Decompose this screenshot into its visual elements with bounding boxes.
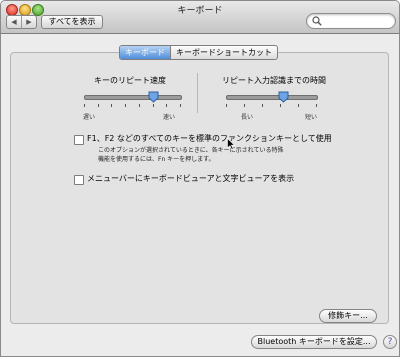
back-arrow-icon[interactable]: ◀ <box>7 16 21 28</box>
slider-tick <box>316 104 317 107</box>
fn-keys-description-line2: 機能を使用するには、Fn キーを押します。 <box>98 156 215 163</box>
show-viewer-checkbox[interactable] <box>74 175 84 185</box>
repeat-delay-title: リピート入力認識までの時間 <box>222 76 326 85</box>
tab-keyboard[interactable]: キーボード <box>120 46 170 59</box>
slider-tick <box>152 104 154 107</box>
slider-tick <box>280 104 281 107</box>
fn-keys-label[interactable]: F1、F2 などのすべてのキーを標準のファンクションキーとして使用 <box>87 133 332 144</box>
tab-keyboard-shortcuts[interactable]: キーボードショートカット <box>170 46 277 59</box>
slider-tick <box>166 104 168 107</box>
slider-tick <box>84 104 85 107</box>
show-viewer-label[interactable]: メニューバーにキーボードビューアと文字ビューアを表示 <box>87 173 294 184</box>
key-repeat-title: キーのリピート速度 <box>94 76 166 85</box>
search-field[interactable] <box>306 13 396 29</box>
slider-tick <box>226 104 227 107</box>
slider-tick <box>298 104 299 107</box>
slider-tick <box>111 104 113 107</box>
repeat-delay-slider[interactable] <box>226 95 318 100</box>
key-repeat-slider-thumb[interactable] <box>148 91 159 103</box>
content-area: キーボード キーボードショートカット キーのリピート速度 遅い 速い リピート入… <box>1 34 399 356</box>
slider-tick <box>180 104 181 107</box>
navigation-buttons: ◀ ▶ <box>6 15 37 29</box>
modifier-keys-button[interactable]: 修飾キー... <box>319 309 377 323</box>
mouse-cursor-icon <box>227 138 235 150</box>
show-all-button[interactable]: すべてを表示 <box>41 15 103 29</box>
key-repeat-max-label: 速い <box>163 114 176 121</box>
tab-bar: キーボード キーボードショートカット <box>119 45 278 60</box>
fn-keys-checkbox[interactable] <box>74 135 84 145</box>
keyboard-panel: キーのリピート速度 遅い 速い リピート入力認識までの時間 長い 短い F1、F… <box>10 52 389 324</box>
help-button[interactable]: ? <box>383 335 397 349</box>
key-repeat-min-label: 遅い <box>83 114 96 121</box>
title-bar: キーボード ◀ ▶ すべてを表示 <box>1 1 399 34</box>
search-icon <box>312 16 322 26</box>
slider-tick <box>125 104 127 107</box>
fn-keys-description-line1: このオプションが選択されているときに、各キーに示されている特殊 <box>98 147 284 154</box>
slider-tick <box>244 104 245 107</box>
slider-divider <box>197 73 198 113</box>
slider-tick <box>97 104 99 107</box>
slider-tick <box>262 104 263 107</box>
repeat-delay-min-label: 長い <box>241 114 254 121</box>
slider-tick <box>138 104 140 107</box>
key-repeat-slider[interactable] <box>84 95 182 100</box>
preferences-window: キーボード ◀ ▶ すべてを表示 キーボード キーボードショートカット キーのリ… <box>0 0 400 357</box>
forward-arrow-icon[interactable]: ▶ <box>21 16 36 28</box>
repeat-delay-slider-thumb[interactable] <box>278 91 289 103</box>
repeat-delay-max-label: 短い <box>305 114 318 121</box>
bluetooth-setup-button[interactable]: Bluetooth キーボードを設定... <box>251 335 377 349</box>
